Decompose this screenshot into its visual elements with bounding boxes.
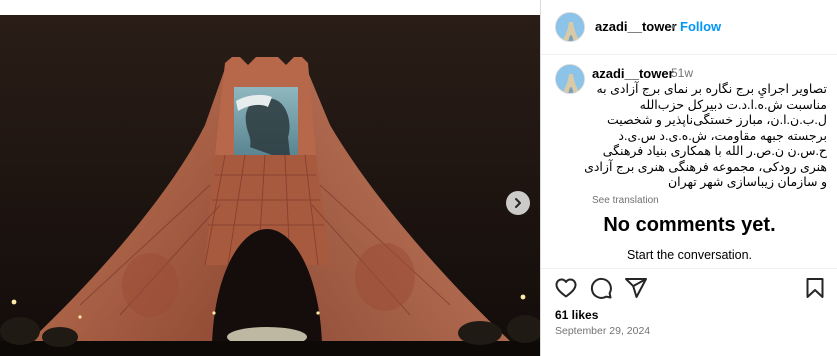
caption-avatar[interactable] bbox=[555, 64, 585, 94]
tower-avatar-icon bbox=[556, 13, 584, 41]
no-comments-title: No comments yet. bbox=[603, 214, 776, 236]
caption-text: تصاوير اجرايِ برج نگاره بر نمای برج آزاد… bbox=[584, 82, 827, 189]
follow-button[interactable]: Follow bbox=[680, 19, 721, 34]
post-image[interactable] bbox=[0, 15, 540, 356]
next-image-button[interactable] bbox=[506, 191, 530, 215]
caption-username[interactable]: azadi__tower bbox=[592, 66, 674, 81]
tower-avatar-icon bbox=[556, 65, 584, 93]
heart-icon[interactable] bbox=[554, 276, 578, 300]
separator-dot: • bbox=[671, 19, 676, 34]
bookmark-icon[interactable] bbox=[803, 276, 827, 300]
chevron-right-icon bbox=[515, 198, 521, 208]
comment-icon[interactable] bbox=[589, 276, 613, 300]
post-date[interactable]: September 29, 2024 bbox=[555, 325, 650, 337]
avatar[interactable] bbox=[555, 12, 585, 42]
likes-count[interactable]: 61 likes bbox=[555, 308, 598, 322]
post-time-ago[interactable]: 51w bbox=[671, 66, 693, 80]
azadi-tower-illustration bbox=[0, 15, 540, 356]
top-strip bbox=[0, 0, 540, 15]
start-conversation-text: Start the conversation. bbox=[626, 248, 753, 262]
see-translation-link[interactable]: See translation bbox=[592, 195, 659, 206]
header-username[interactable]: azadi__tower bbox=[595, 19, 677, 34]
action-bar: 61 likes September 29, 2024 bbox=[541, 268, 837, 356]
post-sidebar: azadi__tower • Follow azadi__tower 51w ت… bbox=[540, 0, 837, 356]
post-header: azadi__tower • Follow bbox=[541, 0, 837, 55]
share-icon[interactable] bbox=[624, 276, 648, 300]
